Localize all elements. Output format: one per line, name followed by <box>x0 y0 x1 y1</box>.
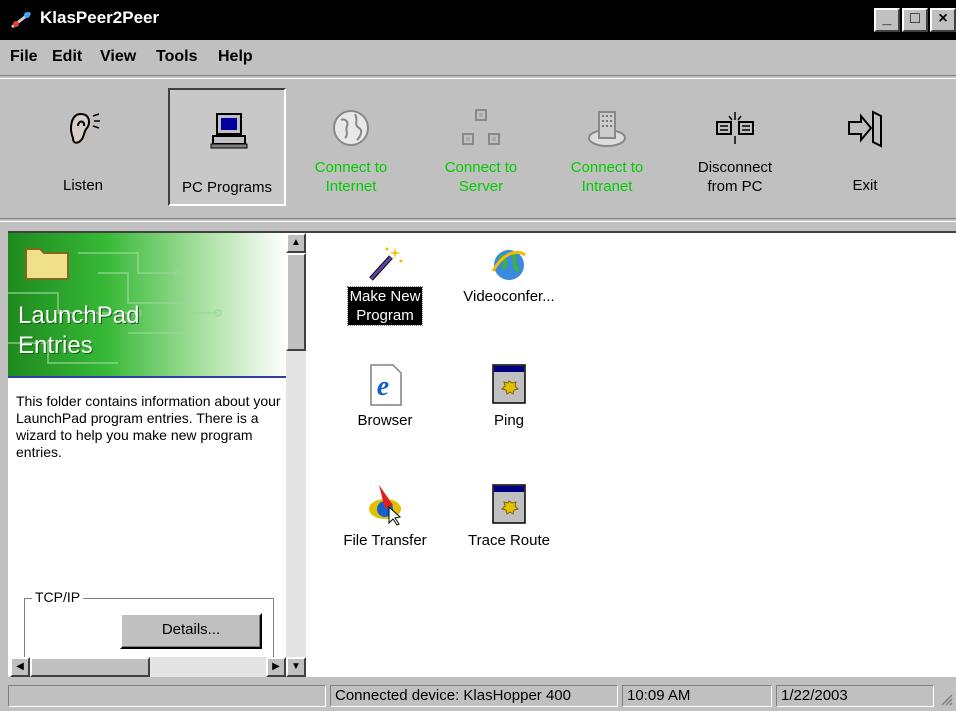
internet-explorer-icon: e <box>370 364 402 406</box>
menu-view[interactable]: View <box>100 48 136 66</box>
wand-icon <box>369 247 403 281</box>
connect-intranet-label-line1: Connect to <box>570 159 644 176</box>
file-transfer-label: File Transfer <box>343 532 427 549</box>
program-window-icon <box>492 484 526 524</box>
launchpad-title-line1: LaunchPad <box>18 302 140 329</box>
ping-item[interactable]: Ping <box>454 363 564 430</box>
videoconference-label: Videoconfer... <box>463 288 555 305</box>
folder-description: This folder contains information about y… <box>16 393 281 460</box>
connect-internet-label-line1: Connect to <box>314 159 388 176</box>
menu-file[interactable]: File <box>10 48 38 66</box>
app-icon <box>11 11 31 29</box>
listen-button[interactable]: Listen <box>24 88 142 206</box>
scroll-left-arrow-icon[interactable]: ◀ <box>10 657 30 677</box>
trace-route-label: Trace Route <box>468 532 550 549</box>
connect-server-button[interactable]: Connect to Server <box>422 88 540 206</box>
connect-intranet-label-line2: Intranet <box>581 178 633 195</box>
disconnect-button[interactable]: Disconnect from PC <box>676 88 794 206</box>
browser-label: Browser <box>357 412 413 429</box>
status-cell-empty <box>8 685 326 707</box>
pc-programs-label: PC Programs <box>181 179 273 196</box>
info-pane: LaunchPad Entries This folder contains i… <box>8 233 306 677</box>
file-transfer-icon <box>369 485 402 526</box>
close-button[interactable]: × <box>930 8 956 32</box>
status-date: 1/22/2003 <box>776 685 934 707</box>
program-window-icon <box>492 364 526 404</box>
disconnect-label-line1: Disconnect <box>697 159 773 176</box>
launchpad-title-line2: Entries <box>18 332 93 359</box>
scroll-right-arrow-icon[interactable]: ▶ <box>266 657 286 677</box>
close-icon: × <box>938 10 948 27</box>
resize-grip-icon[interactable] <box>938 691 954 707</box>
disconnect-icon <box>716 112 754 144</box>
videoconference-item[interactable]: Videoconfer... <box>454 243 564 306</box>
menu-tools[interactable]: Tools <box>156 48 197 66</box>
exit-button[interactable]: Exit <box>806 88 924 206</box>
app-window: KlasPeer2Peer _ □ × File Edit View Tools… <box>0 0 956 711</box>
pc-programs-button[interactable]: PC Programs <box>168 88 286 206</box>
window-title: KlasPeer2Peer <box>40 8 160 27</box>
disconnect-label-line2: from PC <box>707 178 763 195</box>
scroll-down-arrow-icon[interactable]: ▼ <box>286 657 306 677</box>
trace-route-item[interactable]: Trace Route <box>454 483 564 550</box>
listen-label: Listen <box>62 177 104 194</box>
menu-edit[interactable]: Edit <box>52 48 82 66</box>
info-pane-vertical-scrollbar[interactable]: ▲ <box>286 233 306 659</box>
tcpip-group-label: TCP/IP <box>32 589 84 605</box>
title-bar[interactable]: KlasPeer2Peer _ □ × <box>0 0 956 40</box>
horizontal-scroll-thumb[interactable] <box>30 657 150 677</box>
details-button[interactable]: Details... <box>120 613 262 649</box>
info-pane-horizontal-scrollbar[interactable]: ◀ ▶ <box>10 657 286 677</box>
banner-divider <box>8 376 286 378</box>
vertical-scroll-thumb[interactable] <box>286 253 306 351</box>
computer-icon <box>210 113 248 149</box>
network-icon <box>462 109 500 145</box>
maximize-button[interactable]: □ <box>902 8 928 32</box>
status-device: Connected device: KlasHopper 400 <box>330 685 618 707</box>
minimize-icon: _ <box>882 10 892 27</box>
connect-server-label-line2: Server <box>458 178 504 195</box>
connect-internet-button[interactable]: Connect to Internet <box>292 88 410 206</box>
exit-label: Exit <box>852 177 878 194</box>
menu-help[interactable]: Help <box>218 48 253 66</box>
connect-internet-label-line2: Internet <box>325 178 377 195</box>
file-transfer-item[interactable]: File Transfer <box>330 483 440 550</box>
globe-network-icon <box>491 250 526 280</box>
ear-icon <box>70 112 100 144</box>
toolbar: Listen PC Programs Connect to Internet C… <box>0 78 956 216</box>
globe-icon <box>333 110 369 146</box>
launchpad-banner: LaunchPad Entries <box>8 233 286 378</box>
svg-text:e: e <box>377 371 389 402</box>
ping-label: Ping <box>493 412 525 429</box>
status-bar: Connected device: KlasHopper 400 10:09 A… <box>0 681 956 711</box>
menu-bar: File Edit View Tools Help <box>0 40 956 74</box>
toolbar-separator <box>0 218 956 222</box>
connect-server-label-line1: Connect to <box>444 159 518 176</box>
minimize-button[interactable]: _ <box>874 8 900 32</box>
building-icon <box>588 111 626 147</box>
folder-icon <box>25 248 69 280</box>
scroll-up-arrow-icon[interactable]: ▲ <box>286 233 306 253</box>
browser-item[interactable]: e Browser <box>330 363 440 430</box>
exit-door-icon <box>848 110 882 148</box>
status-time: 10:09 AM <box>622 685 772 707</box>
connect-intranet-button[interactable]: Connect to Intranet <box>548 88 666 206</box>
maximize-icon: □ <box>910 10 920 27</box>
make-new-program-label: Make New Program <box>346 286 424 326</box>
make-new-program-item[interactable]: Make New Program <box>330 243 440 326</box>
